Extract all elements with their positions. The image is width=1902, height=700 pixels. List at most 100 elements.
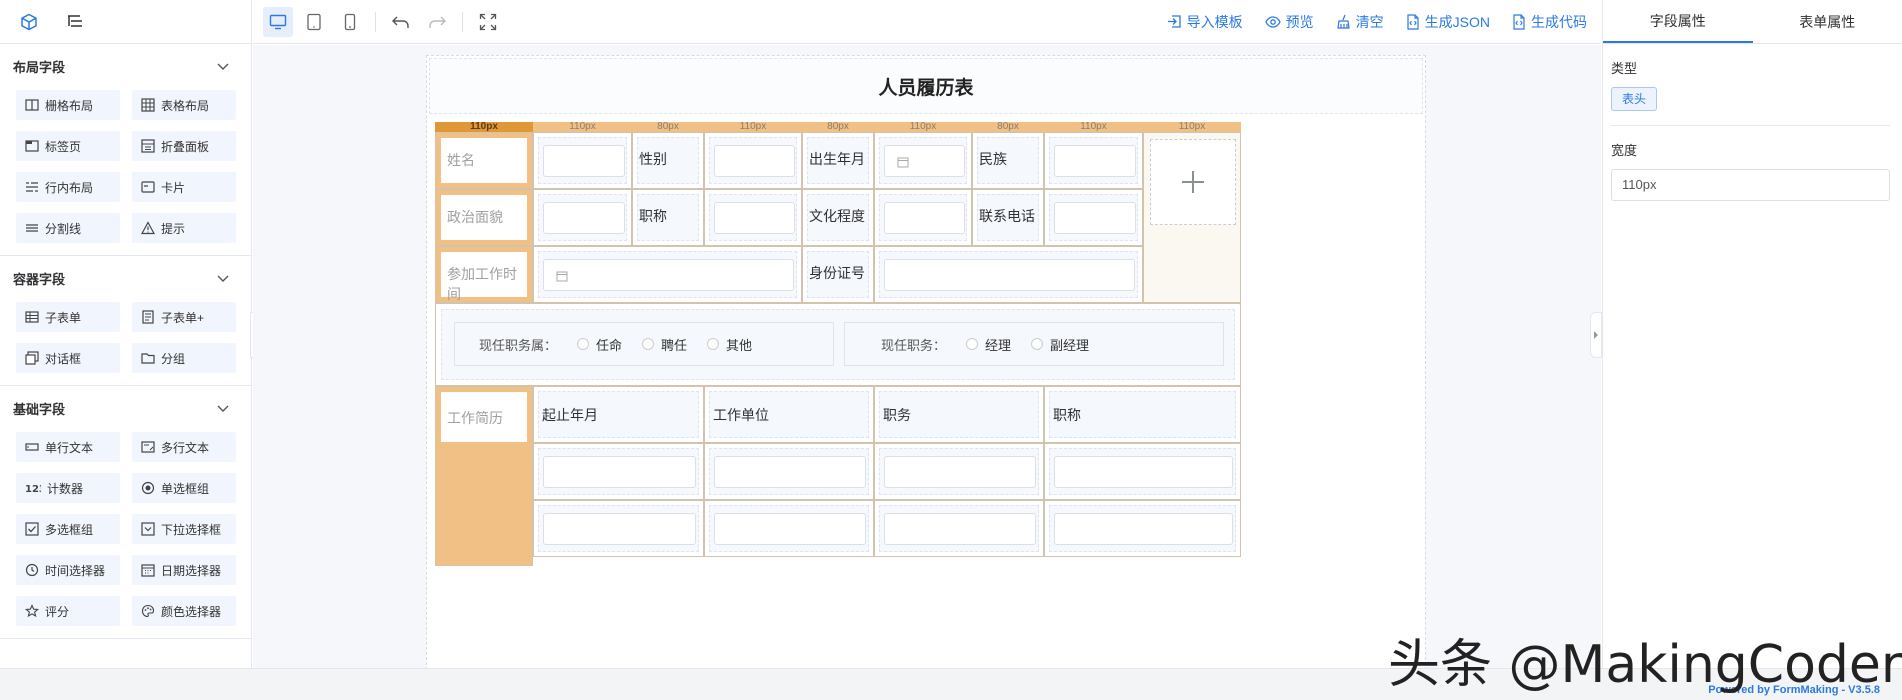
- component-alert[interactable]: 提示: [132, 213, 236, 243]
- column-width-header[interactable]: 110px: [435, 122, 533, 132]
- photo-upload[interactable]: [1150, 139, 1236, 225]
- import-template-button[interactable]: 导入模板: [1167, 12, 1243, 32]
- component-inline-layout[interactable]: 行内布局: [16, 172, 120, 202]
- history-input[interactable]: [543, 456, 696, 488]
- radio-option[interactable]: 副经理: [1031, 335, 1089, 354]
- column-width-header[interactable]: 110px: [1143, 122, 1241, 132]
- column-width-header[interactable]: 110px: [874, 122, 972, 132]
- table-cell[interactable]: 职称: [1044, 386, 1241, 443]
- form-title[interactable]: 人员履历表: [429, 58, 1423, 114]
- table-cell[interactable]: [704, 443, 874, 500]
- component-color[interactable]: 颜色选择器: [132, 596, 236, 626]
- title-input[interactable]: [714, 202, 795, 234]
- component-tabs[interactable]: 标签页: [16, 131, 120, 161]
- component-grid-layout[interactable]: 栅格布局: [16, 90, 120, 120]
- table-cell[interactable]: [874, 132, 972, 189]
- component-date[interactable]: 日期选择器: [132, 555, 236, 585]
- politics-input[interactable]: [543, 202, 625, 234]
- history-input[interactable]: [714, 513, 866, 545]
- section-header-basic[interactable]: 基础字段: [0, 386, 251, 430]
- gender-input[interactable]: [714, 145, 795, 177]
- tablet-view-button[interactable]: [299, 7, 329, 37]
- table-cell[interactable]: 工作单位: [704, 386, 874, 443]
- table-cell[interactable]: 联系电话: [972, 189, 1044, 246]
- table-cell[interactable]: 起止年月: [533, 386, 704, 443]
- table-cell[interactable]: 身份证号: [802, 246, 874, 303]
- header-cell-work-start[interactable]: 参加工作时间: [435, 246, 533, 303]
- table-cell[interactable]: [533, 246, 802, 303]
- redo-button[interactable]: [422, 7, 452, 37]
- table-cell[interactable]: [1044, 132, 1143, 189]
- table-cell[interactable]: 职称: [632, 189, 704, 246]
- current-position-radio-group[interactable]: 现任职务： 经理 副经理: [844, 322, 1224, 366]
- table-cell[interactable]: [874, 443, 1044, 500]
- component-table-layout[interactable]: 表格布局: [132, 90, 236, 120]
- mobile-view-button[interactable]: [335, 7, 365, 37]
- component-group[interactable]: 分组: [132, 343, 236, 373]
- history-input[interactable]: [884, 513, 1036, 545]
- table-cell[interactable]: [704, 500, 874, 557]
- clear-button[interactable]: 清空: [1336, 12, 1384, 32]
- table-cell[interactable]: [874, 500, 1044, 557]
- outline-tree-icon[interactable]: [66, 13, 84, 31]
- table-cell[interactable]: [533, 500, 704, 557]
- table-cell[interactable]: [533, 189, 632, 246]
- table-cell[interactable]: [704, 189, 802, 246]
- tab-field-properties[interactable]: 字段属性: [1603, 0, 1753, 43]
- component-card[interactable]: 卡片: [132, 172, 236, 202]
- generate-json-button[interactable]: 生成JSON: [1406, 12, 1490, 32]
- section-header-container[interactable]: 容器字段: [0, 256, 251, 300]
- table-cell[interactable]: [1044, 500, 1241, 557]
- table-cell[interactable]: 出生年月: [802, 132, 874, 189]
- component-radio[interactable]: 单选框组: [132, 473, 236, 503]
- id-number-input[interactable]: [884, 259, 1135, 291]
- component-textarea[interactable]: 多行文本: [132, 432, 236, 462]
- right-collapse-handle[interactable]: [1590, 312, 1602, 358]
- section-header-layout[interactable]: 布局字段: [0, 44, 251, 88]
- phone-input[interactable]: [1054, 202, 1136, 234]
- table-cell[interactable]: 民族: [972, 132, 1044, 189]
- birth-date-picker[interactable]: [884, 145, 965, 177]
- table-cell[interactable]: [533, 132, 632, 189]
- table-cell[interactable]: [1044, 443, 1241, 500]
- history-input[interactable]: [714, 456, 866, 488]
- generate-code-button[interactable]: 生成代码: [1512, 12, 1587, 32]
- header-cell-work-history[interactable]: 工作简历: [435, 386, 533, 566]
- column-width-header[interactable]: 110px: [704, 122, 802, 132]
- column-width-header[interactable]: 110px: [1044, 122, 1143, 132]
- tab-form-properties[interactable]: 表单属性: [1753, 0, 1902, 43]
- radio-option[interactable]: 任命: [577, 335, 622, 354]
- header-cell-name[interactable]: 姓名: [435, 132, 533, 189]
- name-input[interactable]: [543, 145, 625, 177]
- desktop-view-button[interactable]: [263, 6, 293, 37]
- width-input[interactable]: 110px: [1611, 169, 1890, 201]
- table-cell[interactable]: 性别: [632, 132, 704, 189]
- history-input[interactable]: [884, 456, 1036, 488]
- column-width-header[interactable]: 80px: [632, 122, 704, 132]
- table-cell[interactable]: [704, 132, 802, 189]
- table-cell[interactable]: 文化程度: [802, 189, 874, 246]
- ethnicity-input[interactable]: [1054, 145, 1136, 177]
- component-select[interactable]: 下拉选择框: [132, 514, 236, 544]
- component-time[interactable]: 时间选择器: [16, 555, 120, 585]
- photo-cell[interactable]: [1143, 132, 1241, 303]
- radio-option[interactable]: 经理: [966, 335, 1011, 354]
- cube-icon[interactable]: [20, 13, 38, 31]
- column-width-header[interactable]: 110px: [533, 122, 632, 132]
- table-cell[interactable]: [1044, 189, 1143, 246]
- work-start-date-picker[interactable]: [543, 259, 794, 291]
- component-input[interactable]: 单行文本: [16, 432, 120, 462]
- preview-button[interactable]: 预览: [1264, 12, 1314, 32]
- header-cell-politics[interactable]: 政治面貌: [435, 189, 533, 246]
- component-subform-plus[interactable]: 子表单+: [132, 302, 236, 332]
- column-width-header[interactable]: 80px: [802, 122, 874, 132]
- component-checkbox[interactable]: 多选框组: [16, 514, 120, 544]
- form-sheet[interactable]: 人员履历表 110px 110px 80px 110px 80px 110px …: [426, 55, 1426, 668]
- component-rate[interactable]: 评分: [16, 596, 120, 626]
- history-input[interactable]: [543, 513, 696, 545]
- table-cell[interactable]: [533, 443, 704, 500]
- radio-option[interactable]: 聘任: [642, 335, 687, 354]
- table-cell[interactable]: 职务: [874, 386, 1044, 443]
- component-divider[interactable]: 分割线: [16, 213, 120, 243]
- radio-row-cell[interactable]: 现任职务属： 任命 聘任 其他 现任职务： 经理 副经理: [435, 303, 1241, 386]
